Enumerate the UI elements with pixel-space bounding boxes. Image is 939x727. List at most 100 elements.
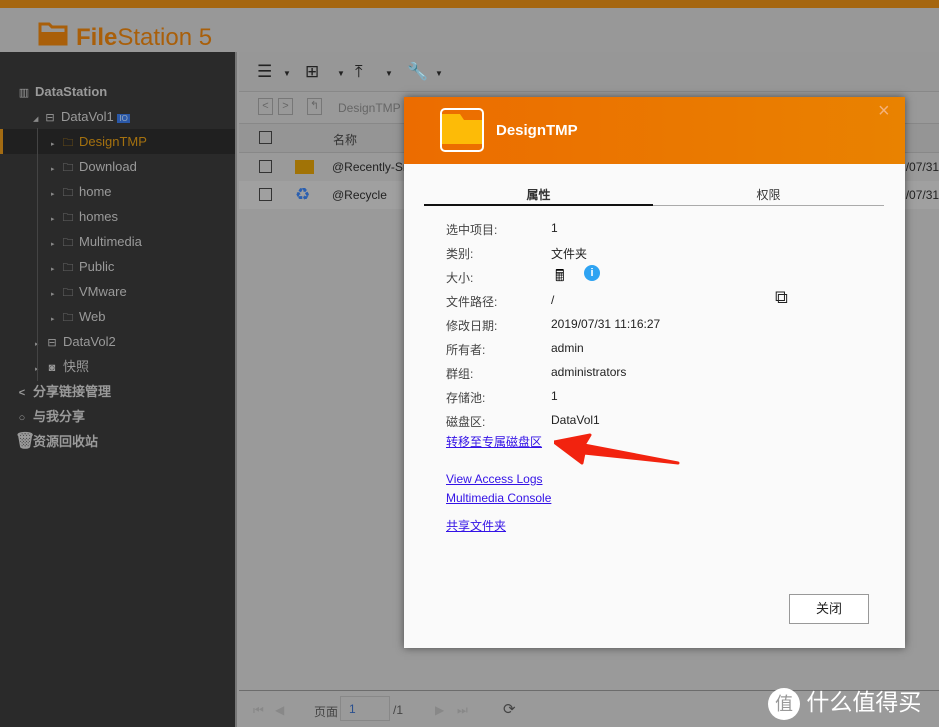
up-button[interactable]: ↰: [307, 98, 322, 115]
watermark-badge: 值: [768, 687, 800, 720]
sidebar-item-download[interactable]: ▸ 🗀 Download: [0, 154, 235, 179]
folder-icon: 🗀: [62, 237, 74, 249]
recycle-icon: ♻: [295, 185, 311, 204]
view-dropdown-icon[interactable]: ▼: [283, 69, 291, 78]
top-accent-bar: [0, 0, 939, 8]
sidebar-item-share-links[interactable]: < 分享链接管理: [0, 379, 235, 404]
property-label: 类别:: [446, 247, 474, 261]
tools-wrench-icon[interactable]: 🔧: [407, 62, 428, 82]
property-value: 2019/07/31 11:16:27: [551, 317, 661, 331]
folder-icon: 🗀: [62, 162, 74, 174]
next-page-icon[interactable]: ▶: [435, 703, 444, 717]
back-button[interactable]: <: [258, 98, 273, 115]
sidebar-item-vmware[interactable]: ▸ 🗀 VMware: [0, 279, 235, 304]
close-icon[interactable]: ×: [878, 100, 890, 123]
watermark: 值 什么值得买: [768, 683, 921, 720]
app-title: FileStation 5: [76, 24, 213, 51]
sidebar-item-home[interactable]: ▸ 🗀 home: [0, 179, 235, 204]
property-value: /: [551, 293, 555, 307]
sidebar-item-homes[interactable]: ▸ 🗀 homes: [0, 204, 235, 229]
properties-dialog: DesignTMP × 属性 权限 选中项目: 1 类别: 文件夹大小: 文件路径: / 修…: [404, 97, 905, 648]
folder-logo-icon: [38, 22, 68, 46]
sidebar: ▥ DataStation ◢ ⊟ DataVol1 IO ▸ 🗀 DesignTMP ▸…: [0, 52, 237, 727]
property-value: DataVol1: [551, 413, 600, 427]
storage-icon: ▥: [18, 87, 30, 99]
drive-icon: ⊟: [47, 337, 57, 349]
folder-icon: [295, 160, 314, 174]
file-name: @Recycle: [332, 188, 387, 202]
view-list-icon[interactable]: ☰: [257, 62, 272, 82]
tab-permissions[interactable]: 权限: [653, 186, 884, 206]
new-dropdown-icon[interactable]: ▼: [337, 69, 345, 78]
copy-path-icon[interactable]: ⧉: [775, 287, 788, 308]
property-value: 1: [551, 389, 558, 403]
tools-dropdown-icon[interactable]: ▼: [435, 69, 443, 78]
property-label: 文件路径:: [446, 295, 498, 309]
folder-icon: 🗀: [62, 137, 74, 149]
upload-icon[interactable]: ⤒: [355, 62, 363, 82]
folder-icon: 🗀: [62, 212, 74, 224]
tab-properties[interactable]: 属性: [424, 186, 653, 206]
page-input[interactable]: [340, 696, 390, 721]
share-icon: <: [18, 387, 26, 399]
sidebar-item-multimedia[interactable]: ▸ 🗀 Multimedia: [0, 229, 235, 254]
io-badge: IO: [117, 114, 130, 123]
first-page-icon[interactable]: ⏮: [253, 703, 264, 718]
page-total: /1: [393, 703, 404, 717]
calculator-icon[interactable]: 🖩: [555, 265, 565, 292]
trash-icon: 🗑: [15, 433, 36, 450]
drive-icon: ⊟: [45, 112, 55, 124]
property-value: administrators: [551, 365, 627, 379]
view-access-logs-link[interactable]: View Access Logs: [446, 472, 543, 486]
prev-page-icon[interactable]: ◀: [275, 703, 284, 717]
camera-icon: ◙: [48, 362, 56, 374]
property-label: 修改日期:: [446, 319, 498, 333]
folder-icon: 🗀: [62, 262, 74, 274]
info-icon[interactable]: i: [584, 265, 600, 281]
refresh-icon[interactable]: ⟳: [503, 700, 516, 718]
property-label: 所有者:: [446, 343, 486, 357]
new-folder-icon[interactable]: ⊞: [305, 62, 319, 82]
sidebar-item-shared-with-me[interactable]: ○ 与我分享: [0, 404, 235, 429]
sidebar-item-recycle-bin[interactable]: 🗑资源回收站: [0, 429, 235, 454]
page-label: 页面: [314, 705, 339, 719]
forward-button[interactable]: >: [278, 98, 293, 115]
file-name: @Recently-Snapshot: [332, 160, 404, 174]
sidebar-item-public[interactable]: ▸ 🗀 Public: [0, 254, 235, 279]
property-value: admin: [551, 341, 584, 355]
dialog-header: DesignTMP ×: [404, 97, 905, 164]
property-label: 选中项目:: [446, 223, 498, 237]
folder-icon: 🗀: [62, 287, 74, 299]
multimedia-console-link[interactable]: Multimedia Console: [446, 491, 551, 505]
dialog-title: DesignTMP: [496, 122, 578, 139]
move-to-volume-link[interactable]: 转移至专属磁盘区: [446, 433, 542, 450]
shared-folder-link[interactable]: 共享文件夹: [446, 517, 506, 534]
property-label: 大小:: [446, 271, 474, 285]
property-value: 文件夹: [551, 247, 588, 261]
sidebar-item-datavol1[interactable]: ◢ ⊟ DataVol1 IO: [0, 104, 235, 129]
folder-icon: 🗀: [62, 187, 74, 199]
row-checkbox[interactable]: [259, 160, 272, 173]
tree-guide-line: [37, 128, 38, 381]
sync-icon: ○: [18, 412, 26, 424]
last-page-icon[interactable]: ⏭: [457, 703, 468, 718]
breadcrumb[interactable]: DesignTMP: [338, 101, 401, 115]
annotation-arrow: [554, 433, 680, 465]
app-header: FileStation 5: [0, 8, 939, 52]
folder-icon: [440, 108, 484, 152]
sidebar-item-web[interactable]: ▸ 🗀 Web: [0, 304, 235, 329]
property-value: 1: [551, 221, 558, 235]
toolbar: ☰ ▼ ⊞ ▼ ⤒ ▼ 🔧 ▼: [239, 52, 939, 92]
property-label: 存储池:: [446, 391, 486, 405]
close-button[interactable]: 关闭: [789, 594, 869, 624]
sidebar-item-snapshot[interactable]: ▸◙快照: [0, 354, 235, 379]
property-label: 磁盘区:: [446, 415, 486, 429]
sidebar-item-datastation[interactable]: ▥ DataStation: [0, 79, 235, 104]
upload-dropdown-icon[interactable]: ▼: [385, 69, 393, 78]
column-name[interactable]: 名称: [333, 131, 357, 148]
select-all-checkbox[interactable]: [259, 131, 272, 144]
property-label: 群组:: [446, 367, 474, 381]
row-checkbox[interactable]: [259, 188, 272, 201]
sidebar-item-designtmp[interactable]: ▸ 🗀 DesignTMP: [0, 129, 235, 154]
sidebar-item-datavol2[interactable]: ▸⊟DataVol2: [0, 329, 235, 354]
